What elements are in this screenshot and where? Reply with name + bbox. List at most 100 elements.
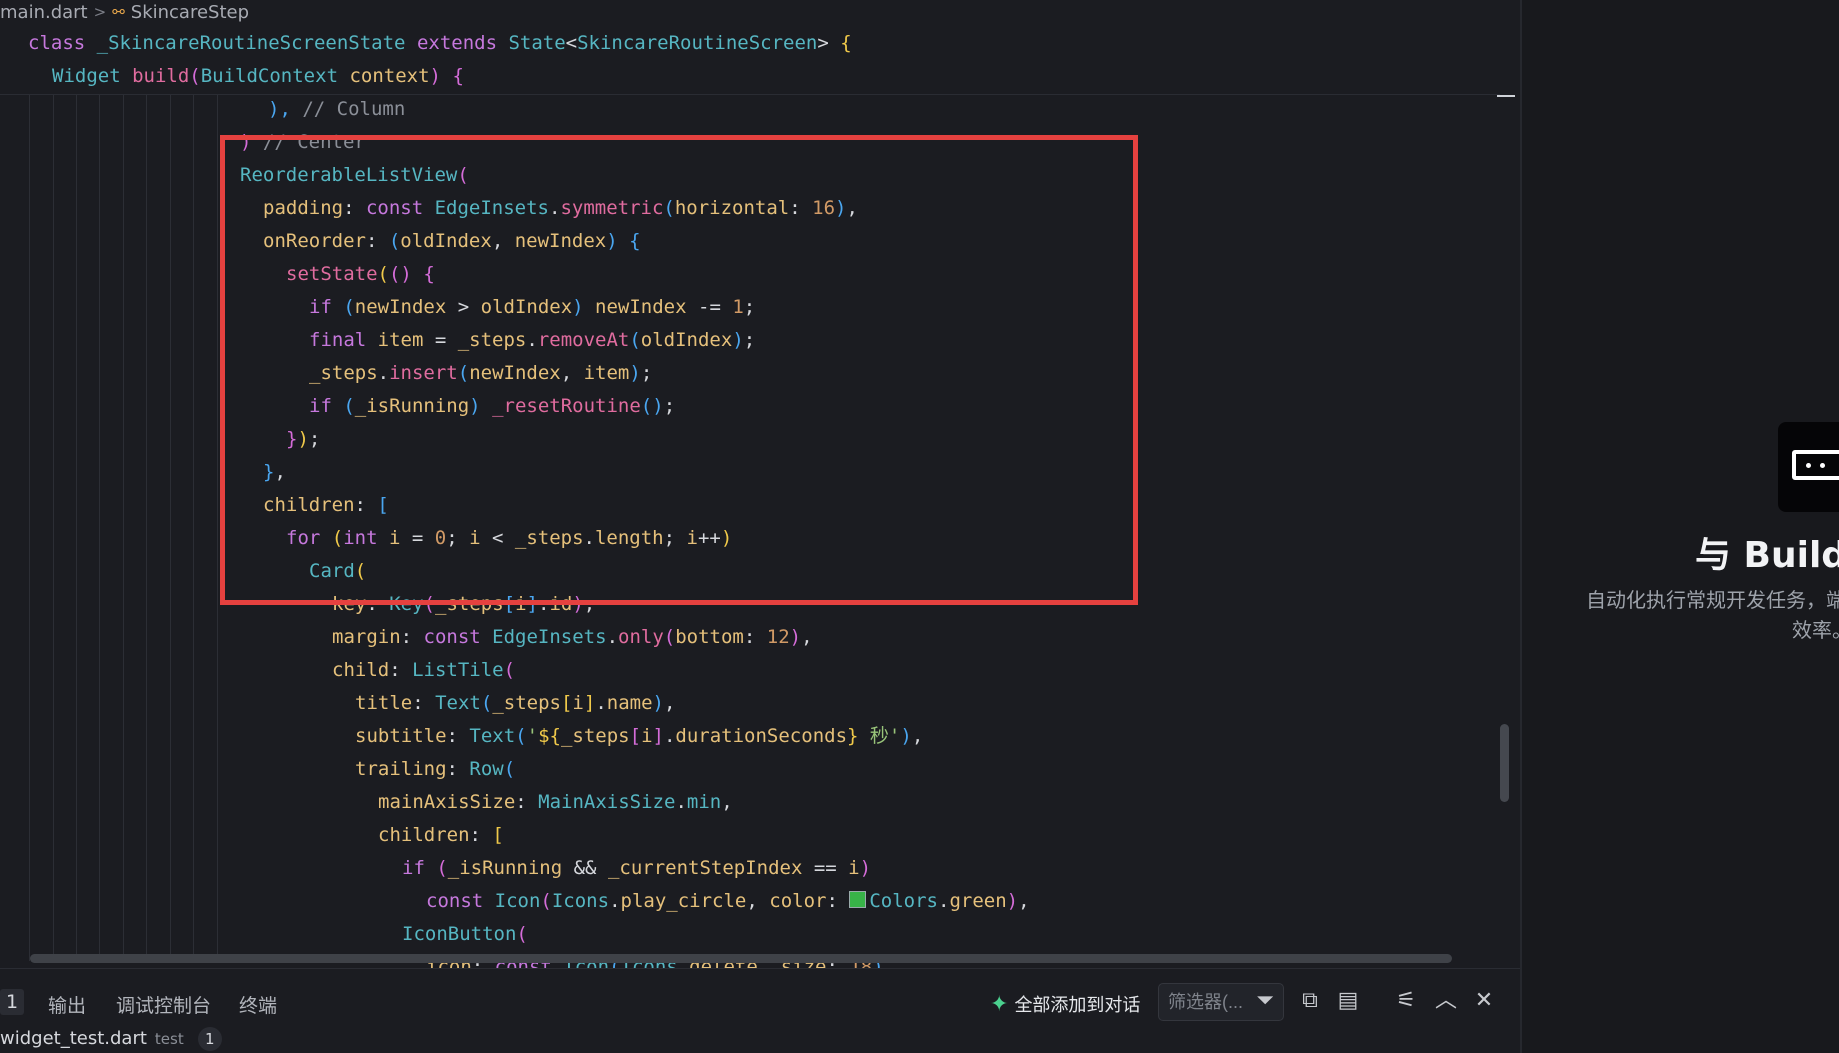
filter-icon[interactable]: ⏷ (1252, 987, 1278, 1015)
indent-guide (29, 95, 30, 961)
indent-guide (146, 95, 147, 961)
code-token: : (826, 890, 850, 912)
code-token: : (389, 659, 413, 681)
code-editor[interactable]: main.dart > ⚯ SkincareStep class _Skinca… (0, 0, 1520, 968)
chevron-right-icon: > (93, 3, 107, 21)
code-token: < (565, 32, 578, 54)
vertical-scrollbar[interactable] (1496, 30, 1514, 965)
code-token: ${ (538, 725, 561, 747)
indent-guide (170, 95, 171, 961)
code-token: Text (469, 725, 516, 747)
code-token: name (606, 692, 653, 714)
indent-guide (99, 95, 100, 961)
code-line[interactable]: trailing: Row( (355, 753, 515, 786)
table-view-icon[interactable]: ▤ (1334, 987, 1362, 1015)
breadcrumb-symbol[interactable]: SkincareStep (131, 2, 249, 23)
add-all-to-chat-button[interactable]: ✦ 全部添加到对话 (990, 986, 1140, 1022)
code-token: color (769, 890, 827, 912)
tab-output[interactable]: 输出 (48, 991, 86, 1018)
code-token: && (562, 857, 608, 879)
code-token: _SkincareRoutineScreenState (96, 32, 417, 54)
indent-guide (76, 95, 77, 961)
code-token: if (402, 857, 437, 879)
vertical-scrollbar-thumb[interactable] (1500, 724, 1509, 802)
class-symbol-icon: ⚯ (112, 3, 125, 21)
close-icon[interactable]: ✕ (1470, 987, 1498, 1015)
chevron-up-icon[interactable]: ︿ (1432, 987, 1460, 1015)
code-token: IconButton (402, 923, 517, 945)
code-token: MainAxisSize (538, 791, 676, 813)
tab-problems-badge[interactable]: 1 (0, 989, 25, 1015)
code-token: ( (515, 725, 527, 747)
code-token: ( (516, 923, 528, 945)
code-token: const (423, 626, 493, 648)
code-token: BuildContext (200, 65, 350, 87)
code-token: Colors (869, 890, 938, 912)
code-token: { (452, 65, 464, 87)
code-line[interactable]: mainAxisSize: MainAxisSize.min, (378, 786, 733, 819)
code-token: title (355, 692, 413, 714)
code-token: _isRunning (447, 857, 563, 879)
code-token: , (721, 791, 733, 813)
code-token: subtitle (355, 725, 447, 747)
code-token: . (595, 692, 607, 714)
code-line[interactable]: title: Text(_steps[i].name), (355, 687, 675, 720)
code-token: ListTile (412, 659, 504, 681)
code-token: ] (583, 692, 596, 714)
code-token: SkincareRoutineScreen (577, 32, 818, 54)
sticky-divider (0, 94, 1500, 95)
tab-terminal[interactable]: 终端 (239, 991, 277, 1018)
code-token: min (686, 791, 722, 813)
add-all-label: 全部添加到对话 (1014, 995, 1141, 1016)
highlight-box (220, 135, 1138, 605)
code-token: ( (480, 692, 493, 714)
code-token: Icons (551, 890, 610, 912)
code-token: trailing (355, 758, 447, 780)
code-token: mainAxisSize (378, 791, 516, 813)
code-line[interactable]: child: ListTile( (332, 654, 515, 687)
code-token: > (817, 32, 841, 54)
code-token: Widget (52, 65, 133, 87)
problem-file-row[interactable]: widget_test.dart test 1 (0, 1027, 222, 1051)
code-line[interactable]: ), // Column (268, 93, 405, 126)
code-token: ( (663, 626, 676, 648)
horizontal-scrollbar-thumb[interactable] (30, 954, 1452, 963)
code-token: ) (1006, 890, 1019, 912)
code-token: , (746, 890, 770, 912)
code-token: green (949, 890, 1007, 912)
code-token: , (801, 626, 813, 648)
code-line[interactable]: margin: const EdgeInsets.only(bottom: 12… (332, 621, 813, 654)
code-line[interactable]: children: [ (378, 819, 504, 852)
code-token: ] (652, 725, 664, 747)
code-token: Row (469, 758, 504, 780)
builder-panel: 与 Builder 自动化执行常规开发任务，端 效率。 (1522, 0, 1839, 1053)
code-line[interactable]: Widget build(BuildContext context) { (52, 60, 464, 93)
color-swatch (849, 891, 867, 908)
collapse-all-icon[interactable]: ⧉ (1296, 987, 1324, 1015)
breadcrumb: main.dart > ⚯ SkincareStep (0, 0, 249, 24)
code-token: : (446, 725, 470, 747)
builder-logo-icon (1778, 422, 1839, 512)
code-token: ( (503, 659, 516, 681)
code-token: : (446, 758, 470, 780)
code-token: i (848, 857, 860, 879)
code-line[interactable]: const Icon(Icons.play_circle, color: Col… (426, 885, 1030, 918)
code-token: [ (492, 824, 504, 846)
problem-file-name: widget_test.dart (0, 1028, 147, 1049)
code-token: _steps (492, 692, 561, 714)
code-token: EdgeInsets (492, 626, 607, 648)
code-token: . (663, 725, 676, 747)
code-token: : (469, 824, 493, 846)
code-token: : (515, 791, 539, 813)
code-line[interactable]: IconButton( (402, 918, 528, 951)
code-token: children (378, 824, 470, 846)
code-token: 12 (766, 626, 790, 648)
tab-debug-console[interactable]: 调试控制台 (116, 991, 211, 1018)
code-line[interactable]: if (_isRunning && _currentStepIndex == i… (402, 852, 871, 885)
code-line[interactable]: subtitle: Text('${_steps[i].durationSeco… (355, 720, 923, 753)
code-line[interactable]: class _SkincareRoutineScreenState extend… (28, 27, 852, 60)
breadcrumb-file[interactable]: main.dart (0, 2, 88, 23)
settings-sliders-icon[interactable]: ⚟ (1392, 987, 1420, 1015)
